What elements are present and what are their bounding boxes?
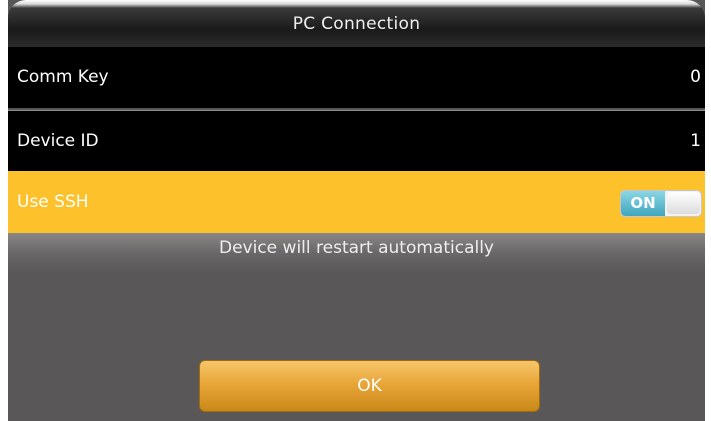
setting-label: Comm Key bbox=[17, 67, 109, 87]
device-display: PC Connection Comm Key 0 Device ID 1 Use… bbox=[8, 0, 705, 421]
setting-label: Use SSH bbox=[17, 192, 89, 212]
setting-label: Device ID bbox=[17, 131, 99, 151]
toggle-knob[interactable] bbox=[667, 192, 700, 214]
title-bar: PC Connection bbox=[8, 0, 705, 47]
toggle-on-label: ON bbox=[621, 191, 665, 216]
setting-row-comm-key[interactable]: Comm Key 0 bbox=[8, 47, 705, 108]
restart-message: Device will restart automatically bbox=[219, 238, 494, 258]
page-title: PC Connection bbox=[292, 14, 421, 34]
ok-button[interactable]: OK bbox=[199, 360, 540, 412]
setting-value: 0 bbox=[690, 67, 701, 87]
setting-row-device-id[interactable]: Device ID 1 bbox=[8, 110, 705, 171]
screen: PC Connection Comm Key 0 Device ID 1 Use… bbox=[0, 0, 711, 421]
setting-row-use-ssh[interactable]: Use SSH ON bbox=[8, 171, 705, 233]
ssh-toggle[interactable]: ON bbox=[620, 190, 702, 217]
setting-value: 1 bbox=[690, 131, 701, 151]
